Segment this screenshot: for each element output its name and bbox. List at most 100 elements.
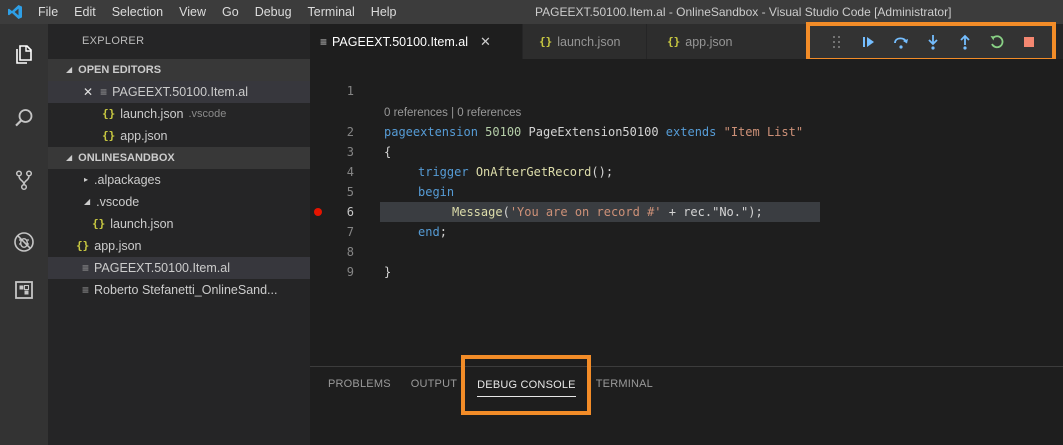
tab-problems[interactable]: PROBLEMS [328,367,391,402]
text-file-icon: ≡ [100,85,108,99]
json-file-icon: {} [92,217,106,230]
line-number: 5 [346,185,354,199]
tab-output[interactable]: OUTPUT [411,367,457,402]
title-bar: File Edit Selection View Go Debug Termin… [0,0,1063,24]
code-lens-line: 0 references | 0 references [310,103,1063,123]
item-label: app.json [94,239,142,253]
menu-help[interactable]: Help [363,0,405,24]
code-line-8: 8 [310,242,1063,262]
tree-item-app-json[interactable]: {} app.json [48,235,310,257]
close-icon[interactable]: ✕ [480,34,491,50]
code-line-2: 2 pageextension 50100 PageExtension50100… [310,122,1063,142]
search-icon[interactable] [12,106,36,130]
json-file-icon: {} [76,239,90,252]
menu-edit[interactable]: Edit [66,0,104,24]
debug-icon[interactable] [12,230,36,254]
restart-icon[interactable] [988,33,1006,51]
sidebar-title: EXPLORER [82,35,145,47]
tree-item-alpackages[interactable]: ▸ .alpackages [48,169,310,191]
step-into-icon[interactable] [924,33,942,51]
menu-go[interactable]: Go [214,0,247,24]
item-label: launch.json [120,107,184,121]
code-text: trigger OnAfterGetRecord(); [418,165,614,179]
code-text: end; [418,225,447,239]
json-file-icon: {} [102,107,116,120]
menu-file[interactable]: File [30,0,66,24]
menu-selection[interactable]: Selection [104,0,171,24]
open-editor-item-app[interactable]: {} app.json [48,125,310,147]
tab-pageext[interactable]: ≡ PAGEEXT.50100.Item.al ✕ [310,24,523,59]
line-number: 2 [346,125,354,139]
code-text: begin [418,185,455,199]
chevron-down-icon: ◢ [66,65,73,74]
tree-item-pageext[interactable]: ≡ PAGEEXT.50100.Item.al [48,257,310,279]
tab-label: launch.json [557,34,621,49]
tree-item-roberto-file[interactable]: ≡ Roberto Stefanetti_OnlineSand... [48,279,310,301]
json-file-icon: {} [539,35,553,48]
tab-launch-json[interactable]: {} launch.json [523,24,647,59]
text-file-icon: ≡ [82,261,90,275]
code-text: pageextension 50100 PageExtension50100 e… [384,125,804,139]
drag-handle-icon[interactable] [828,33,846,51]
section-label: ONLINESANDBOX [78,152,175,164]
explorer-icon[interactable] [12,42,36,66]
open-editors-header[interactable]: ◢ OPEN EDITORS [48,59,310,81]
step-out-icon[interactable] [956,33,974,51]
breakpoint-icon[interactable] [314,208,322,216]
code-text: } [384,265,392,279]
line-number: 3 [346,145,354,159]
line-number: 6 [346,205,354,219]
code-line-6: 6 Message('You are on record #' + rec."N… [310,202,1063,222]
source-control-icon[interactable] [12,168,36,192]
line-number: 7 [346,225,354,239]
code-line-7: 7 end; [310,222,1063,242]
menu-terminal[interactable]: Terminal [300,0,363,24]
extensions-icon[interactable] [12,278,36,302]
step-over-icon[interactable] [892,33,910,51]
tree-item-launch-json[interactable]: {} launch.json [48,213,310,235]
item-label: app.json [120,129,168,143]
item-label: .vscode [96,195,140,209]
item-label: launch.json [110,217,174,231]
line-number: 8 [346,245,354,259]
tab-label: PAGEEXT.50100.Item.al [332,34,468,49]
open-editor-item-pageext[interactable]: ✕ ≡ PAGEEXT.50100.Item.al [48,81,310,103]
tree-item-vscode[interactable]: ◢ .vscode [48,191,310,213]
code-line-1: 1 [310,81,1063,101]
chevron-down-icon: ◢ [66,153,73,162]
item-folder-hint: .vscode [188,108,227,120]
menu-bar: File Edit Selection View Go Debug Termin… [30,0,405,24]
code-editor[interactable]: 1 0 references | 0 references 2 pageexte… [310,59,1063,366]
section-label: OPEN EDITORS [78,64,162,76]
debug-console-highlight [461,355,591,415]
json-file-icon: {} [102,129,116,142]
debug-toolbar [806,22,1056,62]
vscode-logo-icon [0,0,30,24]
code-text: Message('You are on record #' + rec."No.… [452,205,763,219]
bottom-panel: PROBLEMS OUTPUT DEBUG CONSOLE TERMINAL [310,366,1063,445]
tab-terminal[interactable]: TERMINAL [596,367,653,402]
code-line-5: 5 begin [310,182,1063,202]
line-number: 4 [346,165,354,179]
item-label: PAGEEXT.50100.Item.al [94,261,230,275]
open-editor-item-launch[interactable]: {} launch.json .vscode [48,103,310,125]
tab-label: app.json [685,34,733,49]
menu-view[interactable]: View [171,0,214,24]
explorer-sidebar: EXPLORER ◢ OPEN EDITORS ✕ ≡ PAGEEXT.5010… [48,24,310,445]
code-text: { [384,145,392,159]
json-file-icon: {} [667,35,681,48]
panel-tabs: PROBLEMS OUTPUT DEBUG CONSOLE TERMINAL [310,367,1063,402]
tab-app-json[interactable]: {} app.json [647,24,807,59]
text-file-icon: ≡ [82,283,90,297]
stop-icon[interactable] [1020,33,1038,51]
continue-icon[interactable] [860,33,878,51]
code-line-9: 9 } [310,262,1063,282]
item-label: PAGEEXT.50100.Item.al [112,85,249,99]
code-line-3: 3 { [310,142,1063,162]
menu-debug[interactable]: Debug [247,0,300,24]
chevron-down-icon: ◢ [84,197,91,206]
workspace-header[interactable]: ◢ ONLINESANDBOX [48,147,310,169]
code-lens-references[interactable]: 0 references | 0 references [384,103,521,123]
close-icon[interactable]: ✕ [83,81,93,103]
line-number: 1 [346,84,354,98]
